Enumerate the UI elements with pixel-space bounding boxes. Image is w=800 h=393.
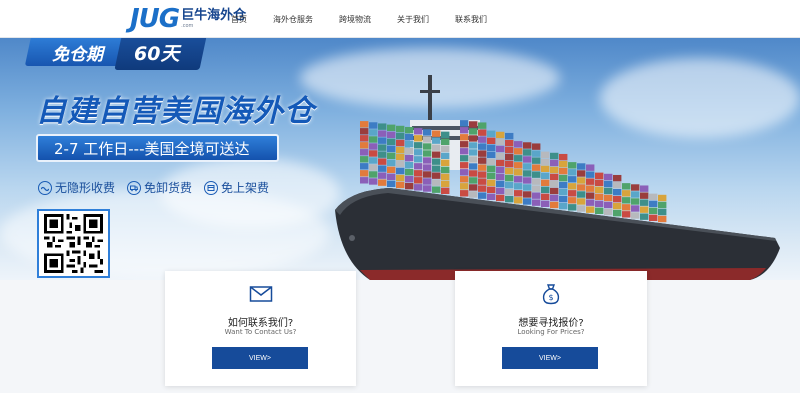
- nav-warehouse-service[interactable]: 海外仓服务: [273, 14, 313, 25]
- envelope-icon: [249, 286, 272, 302]
- free-storage-badge: 免仓期 60天: [24, 38, 207, 74]
- delivery-pill: 2-7 工作日---美国全境可送达: [36, 134, 279, 162]
- card-title: 想要寻找报价?: [518, 318, 584, 329]
- main-nav: 首页 海外仓服务 跨境物流 关于我们 联系我们: [231, 0, 513, 38]
- svg-text:$: $: [548, 293, 553, 302]
- feature-label: 无隐形收费: [55, 181, 116, 195]
- money-bag-icon: $: [542, 284, 560, 305]
- feature-item: 免上架费: [204, 179, 269, 196]
- pricing-view-button[interactable]: VIEW>: [502, 347, 598, 369]
- nav-cross-border-logistics[interactable]: 跨境物流: [339, 14, 371, 25]
- site-header: JUG 巨牛海外仓 .com 首页 海外仓服务 跨境物流 关于我们 联系我们: [0, 0, 800, 38]
- truck-icon: [127, 180, 142, 195]
- feature-label: 免上架费: [221, 181, 270, 195]
- feature-list: 无隐形收费 免卸货费 免上架费: [38, 179, 281, 196]
- card-subtitle: Want To Contact Us?: [224, 328, 297, 336]
- box-icon: [204, 180, 219, 195]
- wave-icon: [38, 180, 52, 195]
- hero-banner: 免仓期 60天 自建自营美国海外仓 2-7 工作日---美国全境可送达 无隐形收…: [0, 38, 800, 280]
- badge-label: 免仓期: [52, 45, 103, 65]
- nav-about-us[interactable]: 关于我们: [397, 14, 429, 25]
- feature-item: 无隐形收费: [38, 179, 115, 196]
- feature-item: 免卸货费: [127, 179, 192, 196]
- pricing-card: $ 想要寻找报价? Looking For Prices? VIEW>: [455, 271, 647, 386]
- badge-days: 60天: [134, 43, 180, 65]
- card-title: 如何联系我们?: [227, 318, 294, 329]
- nav-contact-us[interactable]: 联系我们: [455, 14, 487, 25]
- logo-mark: JUG: [130, 4, 180, 34]
- banner-headline: 自建自营美国海外仓: [36, 94, 315, 129]
- nav-home[interactable]: 首页: [231, 14, 247, 25]
- qr-code: [37, 209, 110, 278]
- contact-card: 如何联系我们? Want To Contact Us? VIEW>: [165, 271, 356, 386]
- feature-label: 免卸货费: [144, 181, 193, 195]
- contact-view-button[interactable]: VIEW>: [212, 347, 308, 369]
- container-ship-image: [335, 75, 780, 280]
- card-subtitle: Looking For Prices?: [517, 328, 585, 336]
- logo[interactable]: JUG 巨牛海外仓 .com: [130, 5, 246, 33]
- delivery-text: 2-7 工作日---美国全境可送达: [54, 139, 250, 158]
